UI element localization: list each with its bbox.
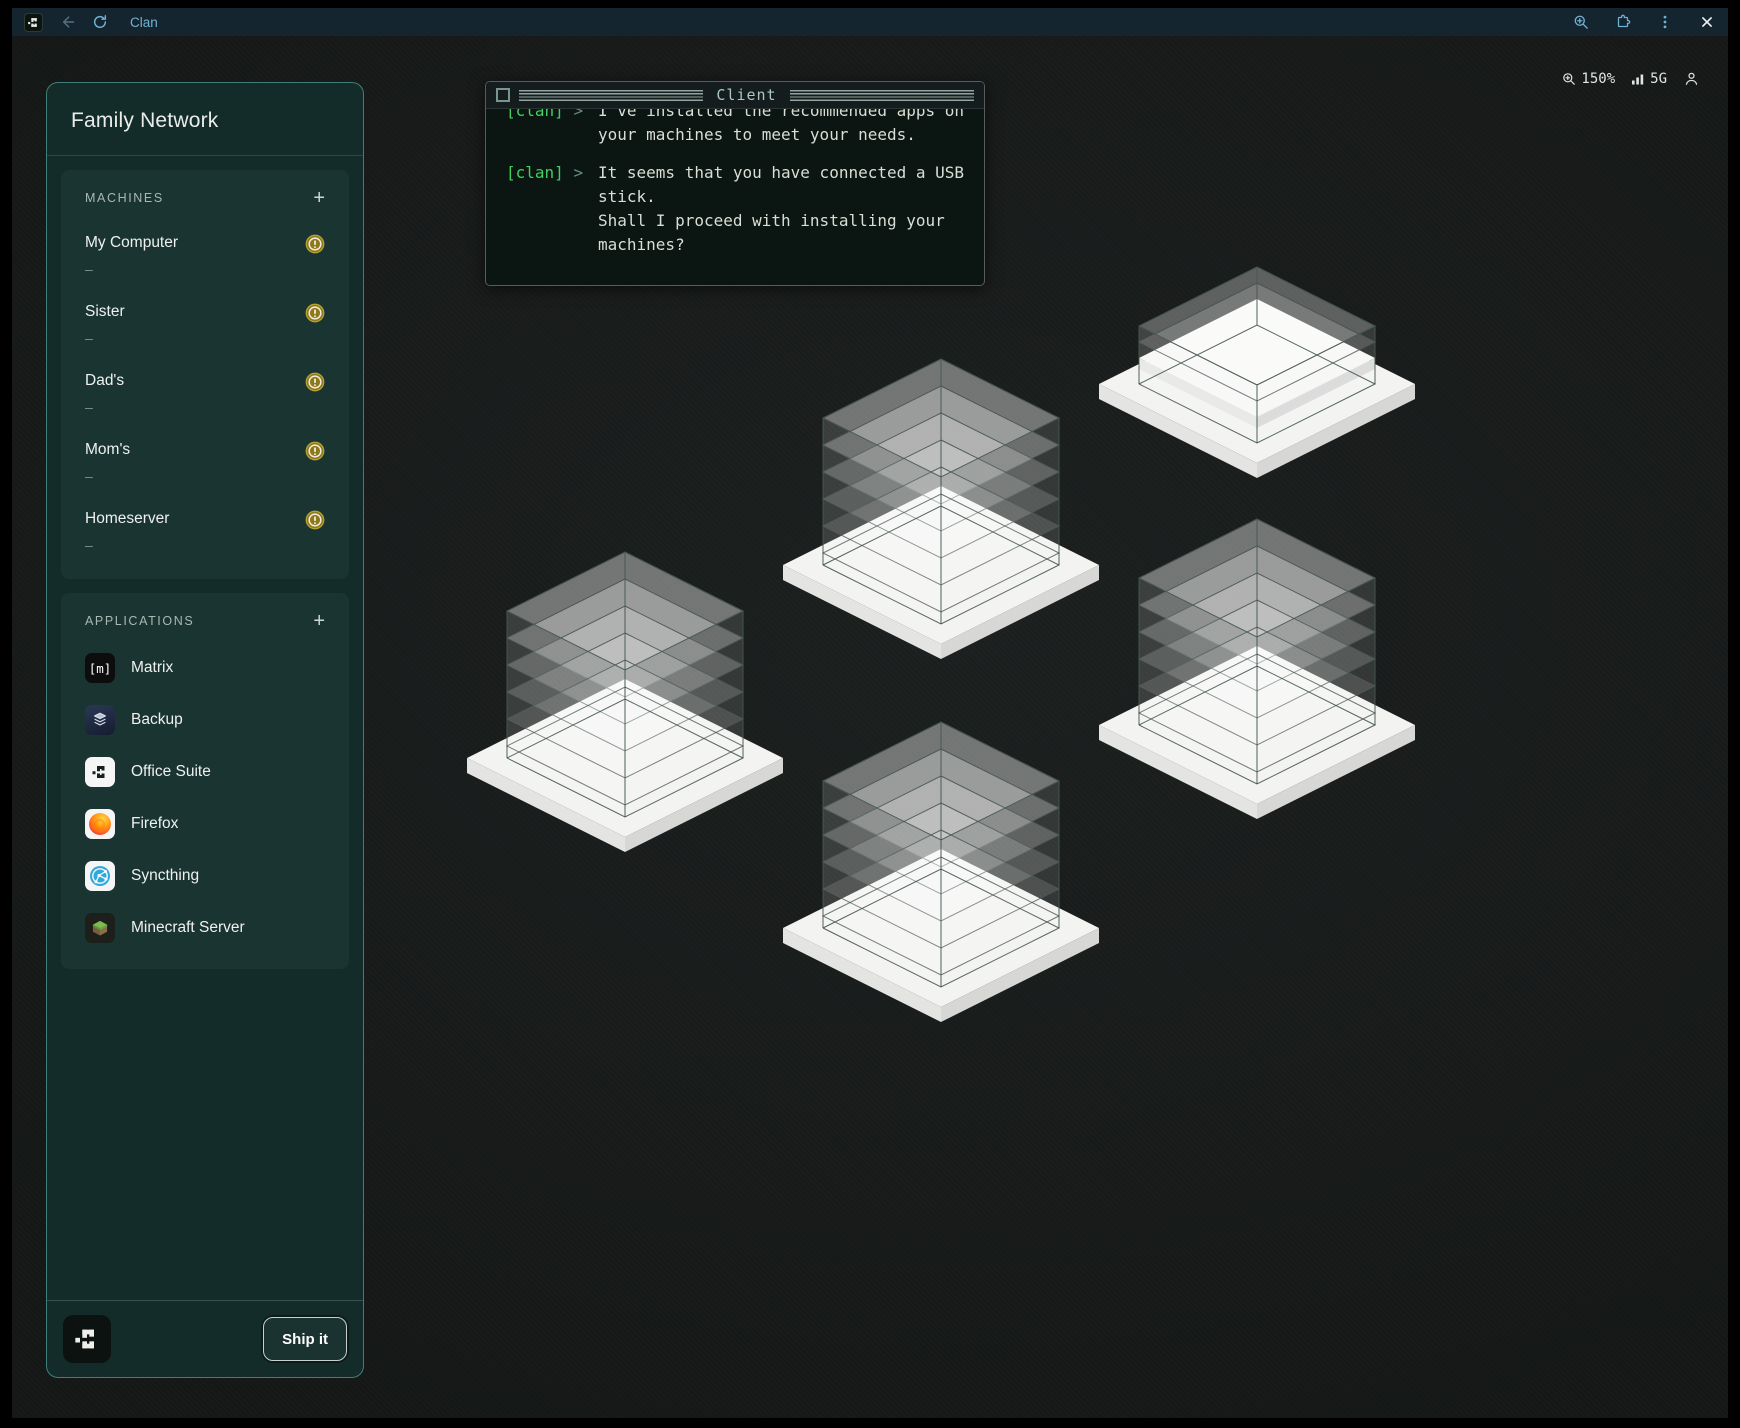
app-item-firefox[interactable]: Firefox xyxy=(85,809,325,839)
applications-list: [m] Matrix Backup Office Suite Firefox xyxy=(85,653,325,943)
terminal-line: machines? xyxy=(598,233,964,257)
applications-header: APPLICATIONS xyxy=(85,614,194,628)
applications-panel: APPLICATIONS + [m] Matrix Backup Office … xyxy=(61,593,349,969)
app-label: Matrix xyxy=(131,659,173,677)
matrix-icon: [m] xyxy=(85,653,115,683)
machine-detail: – xyxy=(85,399,124,415)
machine-node-right[interactable] xyxy=(1097,493,1417,823)
titlebar-stripes xyxy=(790,90,974,101)
machine-name: Dad's xyxy=(85,372,124,390)
signal-bars-icon xyxy=(1631,72,1646,86)
app-item-matrix[interactable]: [m] Matrix xyxy=(85,653,325,683)
backup-icon xyxy=(85,705,115,735)
machines-panel: MACHINES + My Computer – Sister – Dad's … xyxy=(61,170,349,579)
person-icon xyxy=(1683,70,1700,87)
add-application-button[interactable]: + xyxy=(313,611,325,631)
app-label: Syncthing xyxy=(131,867,199,885)
zoom-icon[interactable] xyxy=(1572,13,1590,31)
client-window-title: Client xyxy=(712,86,780,104)
status-indicators: 150% 5G xyxy=(1561,70,1700,87)
terminal-line: It seems that you have connected a USB xyxy=(598,161,964,185)
divider xyxy=(47,155,363,156)
warning-badge-icon xyxy=(305,510,325,530)
machine-name: Sister xyxy=(85,303,125,321)
extensions-icon[interactable] xyxy=(1614,13,1632,31)
app-label: Minecraft Server xyxy=(131,919,245,937)
warning-badge-icon xyxy=(305,441,325,461)
machine-name: My Computer xyxy=(85,234,178,252)
machine-item-homeserver[interactable]: Homeserver – xyxy=(85,510,325,553)
browser-chrome-bar: Clan xyxy=(12,8,1728,36)
reload-icon[interactable] xyxy=(91,13,109,31)
machines-header: MACHINES xyxy=(85,191,164,205)
machines-list: My Computer – Sister – Dad's – Mom's – xyxy=(85,234,325,553)
machine-name: Homeserver xyxy=(85,510,169,528)
add-machine-button[interactable]: + xyxy=(313,188,325,208)
machine-detail: – xyxy=(85,330,125,346)
back-arrow-icon[interactable] xyxy=(58,13,76,31)
machine-item-sister[interactable]: Sister – xyxy=(85,303,325,346)
app-label: Backup xyxy=(131,711,183,729)
machine-detail: – xyxy=(85,468,130,484)
warning-badge-icon xyxy=(305,234,325,254)
client-titlebar[interactable]: Client xyxy=(486,82,984,109)
machine-item-my-computer[interactable]: My Computer – xyxy=(85,234,325,277)
screen-frame: Clan xyxy=(0,0,1740,1428)
office-suite-icon xyxy=(85,757,115,787)
terminal-prompt: [clan] > xyxy=(506,161,598,257)
titlebar-stripes xyxy=(519,90,703,101)
app-item-office-suite[interactable]: Office Suite xyxy=(85,757,325,787)
firefox-icon xyxy=(85,809,115,839)
ship-it-button[interactable]: Ship it xyxy=(263,1317,347,1361)
user-indicator[interactable] xyxy=(1683,70,1700,87)
machine-detail: – xyxy=(85,261,178,277)
clan-logo xyxy=(63,1315,111,1363)
machine-node-top-middle[interactable] xyxy=(781,333,1101,663)
terminal-line: your machines to meet your needs. xyxy=(598,123,964,147)
canvas: 150% 5G Client [clan xyxy=(12,36,1728,1418)
machine-item-mom-s[interactable]: Mom's – xyxy=(85,441,325,484)
sidebar-footer: Ship it xyxy=(47,1300,363,1377)
sidebar: Family Network MACHINES + My Computer – … xyxy=(46,82,364,1378)
machine-name: Mom's xyxy=(85,441,130,459)
window-closebox-icon[interactable] xyxy=(496,88,510,102)
terminal-scrollback: [clan] > I've installed the recommended … xyxy=(486,99,984,257)
minecraft-icon xyxy=(85,913,115,943)
clan-favicon xyxy=(24,13,43,32)
app-label: Firefox xyxy=(131,815,178,833)
app-item-syncthing[interactable]: Syncthing xyxy=(85,861,325,891)
machine-node-left[interactable] xyxy=(465,526,785,856)
terminal-line: stick. xyxy=(598,185,964,209)
warning-badge-icon xyxy=(305,372,325,392)
app-label: Office Suite xyxy=(131,763,211,781)
syncthing-icon xyxy=(85,861,115,891)
machine-item-dad-s[interactable]: Dad's – xyxy=(85,372,325,415)
terminal-message: [clan] > It seems that you have connecte… xyxy=(506,161,970,257)
app-item-minecraft-server[interactable]: Minecraft Server xyxy=(85,913,325,943)
machine-node-top-right[interactable] xyxy=(1097,266,1417,481)
close-window-icon[interactable] xyxy=(1698,13,1716,31)
zoom-glass-icon xyxy=(1561,71,1577,87)
terminal-line: Shall I proceed with installing your xyxy=(598,209,964,233)
machine-detail: – xyxy=(85,537,169,553)
app-item-backup[interactable]: Backup xyxy=(85,705,325,735)
zoom-level-indicator: 150% xyxy=(1561,71,1615,87)
sidebar-title: Family Network xyxy=(71,109,339,133)
client-terminal-window: Client [clan] > I've installed the recom… xyxy=(485,81,985,286)
tab-title: Clan xyxy=(130,15,158,30)
menu-kebab-icon[interactable] xyxy=(1656,13,1674,31)
warning-badge-icon xyxy=(305,303,325,323)
machine-node-bottom-middle[interactable] xyxy=(781,696,1101,1026)
network-indicator: 5G xyxy=(1631,71,1667,87)
